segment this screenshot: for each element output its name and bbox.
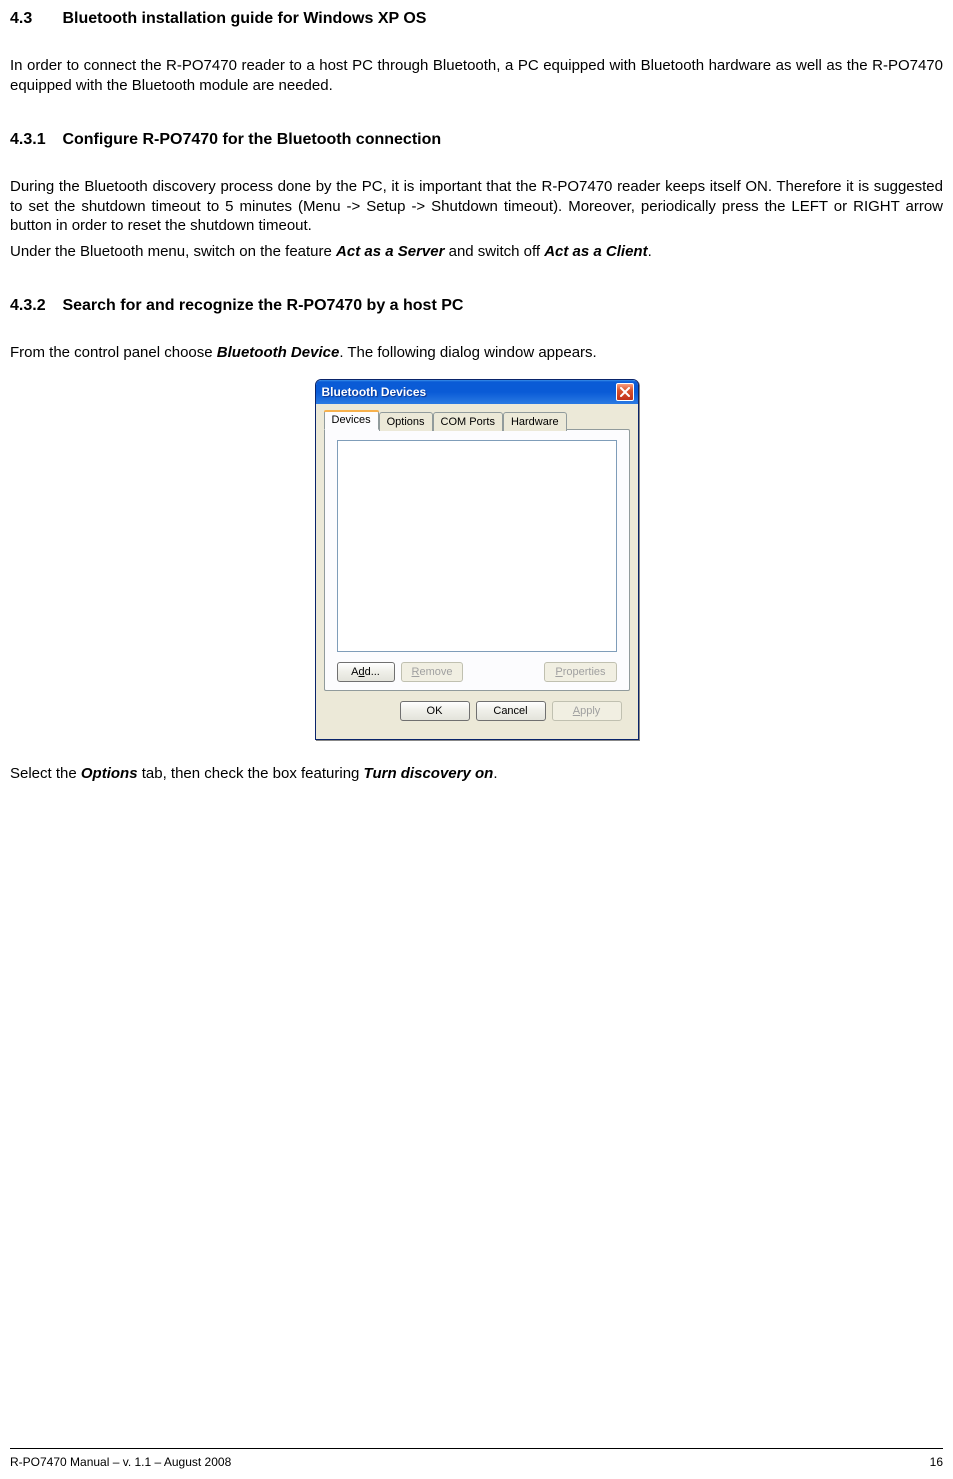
sub1-paragraph2: Under the Bluetooth menu, switch on the … — [10, 242, 943, 262]
sub1-paragraph1: During the Bluetooth discovery process d… — [10, 177, 943, 236]
footer-page-number: 16 — [930, 1455, 943, 1469]
heading-title: Configure R-PO7470 for the Bluetooth con… — [62, 131, 441, 148]
heading-number: 4.3.1 — [10, 131, 58, 149]
devices-listbox[interactable] — [337, 440, 617, 652]
sub2-paragraph1: From the control panel choose Bluetooth … — [10, 343, 943, 363]
heading-4-3-2: 4.3.2 Search for and recognize the R-PO7… — [10, 297, 943, 315]
apply-button: Apply — [552, 701, 622, 721]
heading-number: 4.3 — [10, 10, 58, 28]
add-button[interactable]: Add... — [337, 662, 395, 682]
ok-button[interactable]: OK — [400, 701, 470, 721]
close-icon — [620, 387, 630, 397]
section-intro: In order to connect the R-PO7470 reader … — [10, 56, 943, 95]
heading-title: Bluetooth installation guide for Windows… — [62, 10, 426, 27]
cancel-button[interactable]: Cancel — [476, 701, 546, 721]
close-button[interactable] — [616, 383, 634, 401]
heading-number: 4.3.2 — [10, 297, 58, 315]
tab-strip: Devices Options COM Ports Hardware — [324, 410, 630, 430]
dialog-titlebar[interactable]: Bluetooth Devices — [316, 380, 638, 404]
footer-left: R-PO7470 Manual – v. 1.1 – August 2008 — [10, 1455, 231, 1469]
tab-panel-devices: Add... Remove Properties — [324, 429, 630, 691]
heading-4-3-1: 4.3.1 Configure R-PO7470 for the Bluetoo… — [10, 131, 943, 149]
page-footer: R-PO7470 Manual – v. 1.1 – August 2008 1… — [10, 1455, 943, 1469]
tab-hardware[interactable]: Hardware — [503, 412, 567, 431]
heading-4-3: 4.3 Bluetooth installation guide for Win… — [10, 10, 943, 28]
tab-comports[interactable]: COM Ports — [433, 412, 503, 431]
bluetooth-devices-dialog: Bluetooth Devices Devices Options COM Po… — [315, 379, 639, 740]
footer-rule — [10, 1448, 943, 1449]
tab-devices[interactable]: Devices — [324, 410, 379, 430]
sub2-paragraph2: Select the Options tab, then check the b… — [10, 764, 943, 784]
dialog-title: Bluetooth Devices — [322, 385, 427, 399]
remove-button: Remove — [401, 662, 464, 682]
heading-title: Search for and recognize the R-PO7470 by… — [62, 297, 463, 314]
properties-button: Properties — [544, 662, 616, 682]
tab-options[interactable]: Options — [379, 412, 433, 431]
